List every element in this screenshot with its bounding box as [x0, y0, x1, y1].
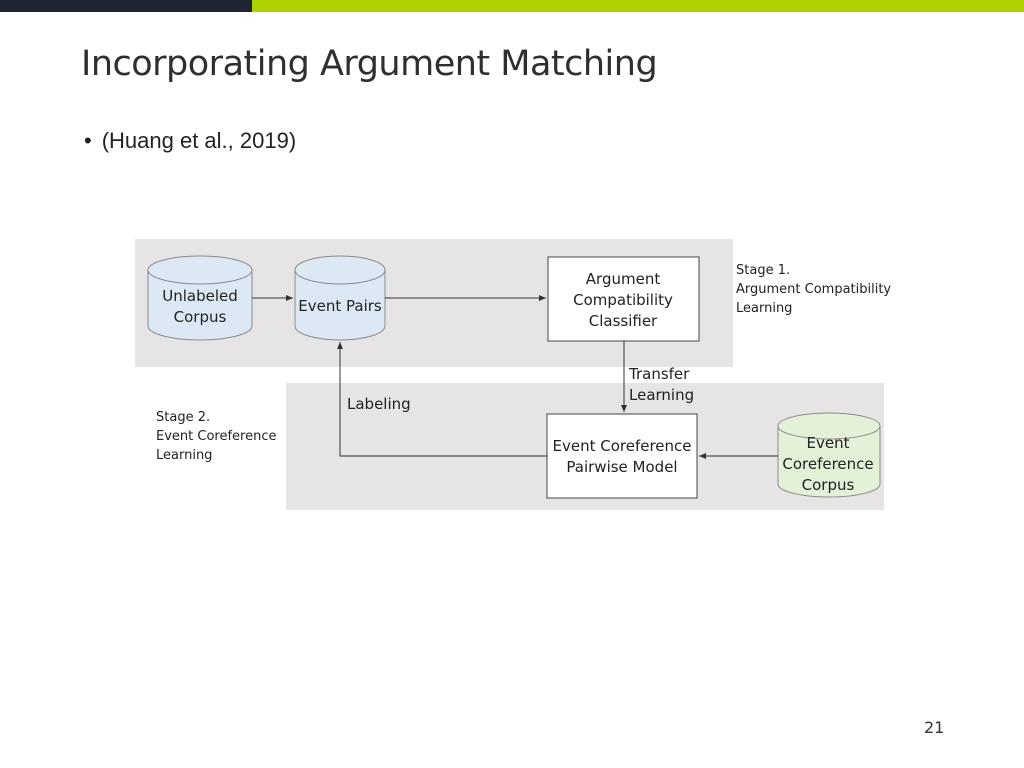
unlabeled-corpus-label-2: Corpus [174, 308, 227, 326]
page-number: 21 [924, 718, 945, 737]
unlabeled-corpus-node: Unlabeled Corpus [147, 255, 253, 341]
stage2-label-1: Stage 2. [156, 410, 210, 425]
pairwise-model-label-2: Pairwise Model [566, 458, 677, 476]
stage2-label-2: Event Coreference [156, 429, 276, 444]
pipeline-diagram: Unlabeled Corpus Event Pairs Argument Co… [135, 239, 891, 510]
stage1-label-3: Learning [736, 301, 792, 316]
pairwise-model-label-1: Event Coreference [552, 437, 691, 455]
event-pairs-node: Event Pairs [294, 255, 386, 341]
pairwise-model-node: Event Coreference Pairwise Model [546, 413, 698, 499]
classifier-label-1: Argument [586, 270, 661, 288]
coref-corpus-label-1: Event [807, 434, 850, 452]
transfer-label-2: Learning [629, 386, 694, 404]
transfer-label-1: Transfer [628, 365, 690, 383]
stage2-label-3: Learning [156, 448, 212, 463]
coref-corpus-label-2: Coreference [782, 455, 873, 473]
stage1-label-1: Stage 1. [736, 263, 790, 278]
coref-corpus-label-3: Corpus [802, 476, 855, 494]
coref-corpus-node: Event Coreference Corpus [777, 412, 881, 498]
stage1-label-2: Argument Compatibility [736, 282, 891, 297]
classifier-label-3: Classifier [589, 312, 658, 330]
unlabeled-corpus-label-1: Unlabeled [162, 287, 238, 305]
classifier-label-2: Compatibility [573, 291, 673, 309]
event-pairs-label: Event Pairs [298, 297, 382, 315]
classifier-node: Argument Compatibility Classifier [547, 256, 700, 342]
labeling-label: Labeling [347, 395, 411, 413]
